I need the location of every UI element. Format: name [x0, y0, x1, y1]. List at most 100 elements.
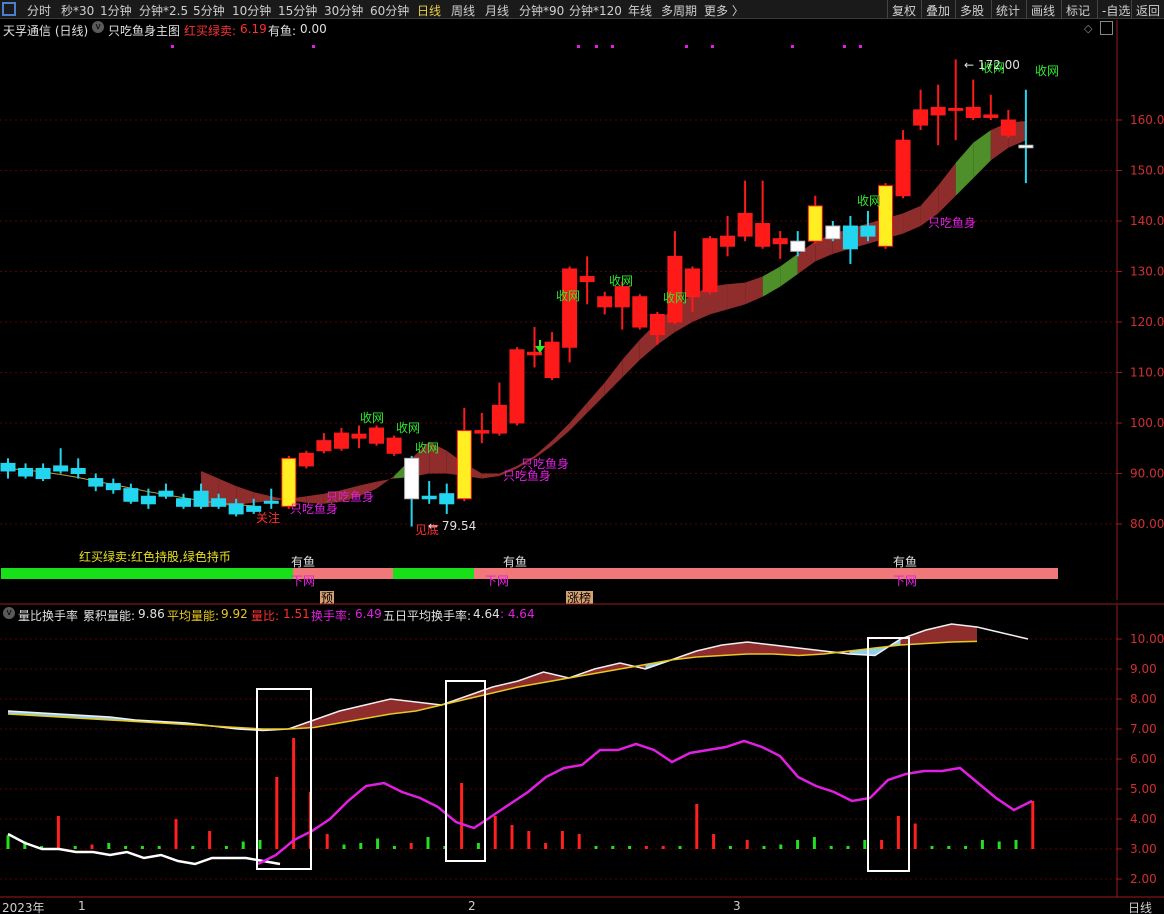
signal-dot [577, 45, 580, 48]
stock-chart[interactable]: 收网收网收网收网收网收网收网收网 收网只吃鱼身只吃鱼身只吃鱼身只吃鱼身只吃鱼身关注… [0, 0, 1164, 914]
price-low-marker: ← 79.54 [428, 519, 476, 533]
main-y-tick-label: 120.0 [1130, 315, 1164, 329]
volume-ratio-bar [157, 846, 161, 849]
candle-body [597, 296, 613, 308]
volume-ratio-bar [174, 819, 178, 849]
volume-ratio-bar [779, 844, 783, 849]
shouwang-label: 收网 [396, 421, 420, 435]
volume-ratio-bar [359, 843, 363, 849]
candle-body [579, 276, 595, 283]
sub-y-tick-label: 6.00 [1130, 752, 1157, 766]
volume-ratio-bar [124, 846, 128, 849]
candle-body [983, 114, 999, 118]
candle-body [474, 430, 490, 434]
volume-ratio-bar [678, 846, 682, 849]
ribbon-segment [780, 253, 798, 287]
candle-body [0, 462, 16, 472]
volume-ratio-bar [728, 846, 732, 849]
candle-body [421, 495, 437, 500]
candle-body [298, 452, 314, 467]
candle-body [720, 235, 736, 247]
volume-ratio-bar [426, 837, 430, 849]
ribbon-segment [622, 339, 640, 378]
candle-body [386, 437, 402, 454]
cast-net-label: 下网 [893, 574, 917, 588]
candle-body [544, 341, 560, 379]
volume-ratio-bar [745, 840, 749, 849]
volume-ratio-bar [796, 840, 800, 849]
candle-body [614, 286, 630, 308]
candle-body [1018, 144, 1034, 149]
volume-ratio-bar [762, 846, 766, 849]
fish-bar-green [1, 568, 293, 579]
candle-body [948, 107, 964, 111]
sub-y-tick-label: 4.00 [1130, 812, 1157, 826]
candle-body [88, 478, 104, 487]
volume-ratio-bar [1014, 840, 1018, 849]
has-fish-label: 有鱼 [503, 555, 527, 569]
price-high-marker: ← 172.00 [964, 58, 1020, 72]
volume-ratio-bar [292, 738, 296, 849]
candle-body [53, 465, 69, 472]
ribbon-segment [587, 382, 605, 413]
candle-body [140, 495, 156, 505]
candle-body [562, 268, 578, 348]
main-y-tick-label: 90.00 [1130, 467, 1164, 481]
highlight-box [256, 688, 312, 870]
volume-ratio-bar [812, 837, 816, 849]
volume-ratio-bar [527, 831, 531, 849]
main-y-tick-label: 150.0 [1130, 164, 1164, 178]
volume-ratio-bar [1031, 801, 1035, 849]
candle-body [527, 351, 542, 356]
candle-body [176, 498, 191, 507]
limit-up-label: 涨榜 [567, 590, 591, 605]
shouwang-label: 收网 [556, 289, 580, 303]
candle-body [684, 268, 700, 298]
cast-net-label: 下网 [485, 574, 509, 588]
candle-body [70, 467, 86, 475]
average-energy-line [7, 640, 978, 730]
main-y-tick-label: 100.0 [1130, 416, 1164, 430]
chart-grid [0, 119, 1117, 880]
candle-body [702, 238, 718, 293]
volume-ratio-bar [712, 834, 716, 849]
ribbon-segment [481, 473, 500, 479]
signal-dot [711, 45, 714, 48]
candle-body [105, 483, 121, 491]
volume-ratio-bar [913, 823, 917, 849]
ribbon-segment [727, 282, 746, 310]
volume-ratio-bar [846, 846, 850, 849]
candle-body [369, 427, 385, 444]
candle-body [737, 212, 753, 237]
sub-y-tick-label: 3.00 [1130, 842, 1157, 856]
signal-dot [685, 45, 688, 48]
fish-bar-pink [474, 568, 1058, 579]
white-trend-line [7, 832, 281, 866]
candle-body [263, 500, 279, 504]
volume-ratio-bar [107, 843, 111, 849]
candle-body [211, 498, 227, 507]
ribbon-segment [236, 486, 254, 505]
ribbon-segment [376, 476, 395, 489]
volume-ratio-bar [56, 816, 60, 849]
sub-y-tick-label: 9.00 [1130, 662, 1157, 676]
candle-body [316, 440, 332, 452]
candle-body [1000, 119, 1016, 136]
candle-body [772, 238, 788, 245]
volume-ratio-bar [964, 846, 968, 849]
shouwang-label: 收网 [857, 194, 881, 208]
candle-body [281, 457, 297, 507]
candle-body [895, 139, 911, 197]
signal-dot [611, 45, 614, 48]
ribbon-segment [903, 205, 921, 234]
sub-y-tick-label: 2.00 [1130, 872, 1157, 886]
volume-ratio-bar [661, 846, 665, 849]
volume-ratio-bar [376, 838, 380, 849]
shouwang-label: 收网 [663, 291, 687, 305]
candle-body [193, 490, 209, 507]
candle-body [456, 430, 472, 500]
volume-ratio-bar [829, 846, 833, 849]
volume-ratio-bar [409, 843, 413, 849]
volume-ratio-bar [611, 846, 615, 849]
fish-bar-green [393, 568, 474, 579]
